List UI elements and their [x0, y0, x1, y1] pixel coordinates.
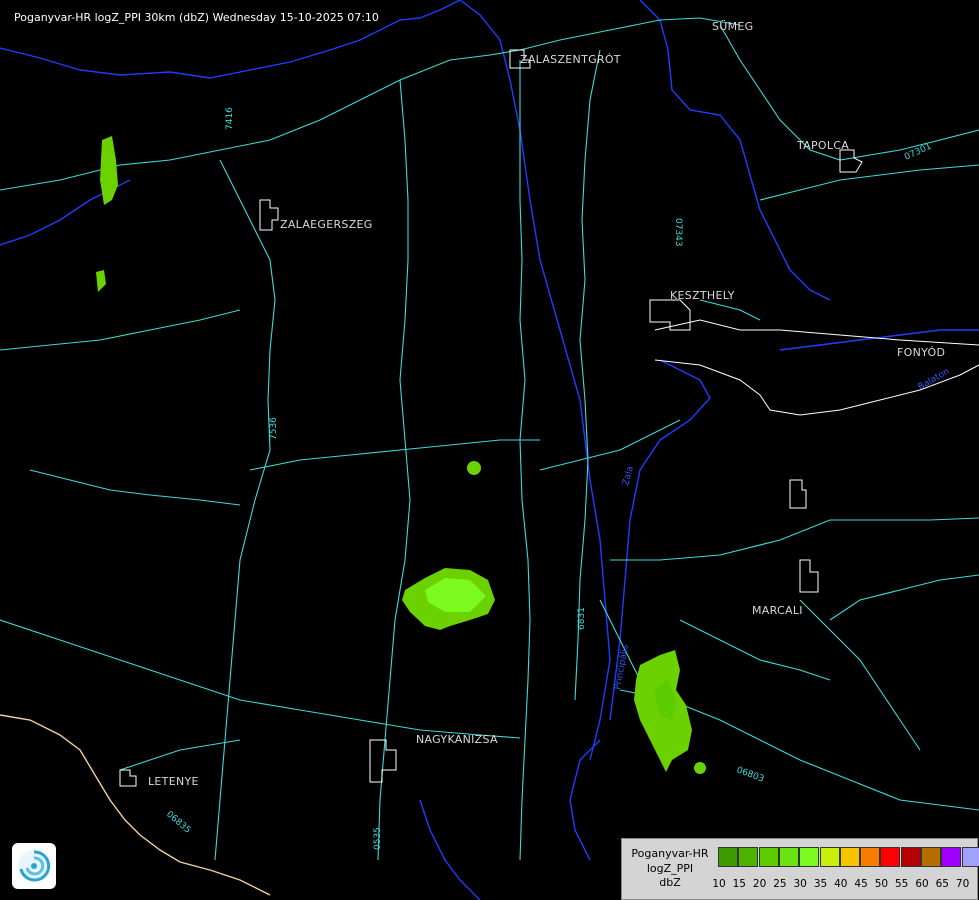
legend-swatch-70 [961, 847, 979, 867]
city-label-nagykanizsa: NAGYKANIZSA [416, 733, 498, 746]
legend-tick-20: 20 [752, 878, 767, 890]
legend-swatch-45 [860, 847, 881, 867]
legend-swatch-20 [758, 847, 779, 867]
legend-product-name: Poganyvar-HR logZ_PPI dbZ [631, 847, 709, 889]
city-label-zalaszentgrot: ZALASZENTGRÓT [520, 53, 621, 66]
legend-tick-30: 30 [793, 878, 807, 890]
settlements [119, 49, 979, 787]
river-label-balaton: Balaton [917, 367, 952, 393]
road-label-06835: 06835 [164, 810, 192, 836]
city-label-zalaegerszeg: ZALAEGERSZEG [280, 218, 373, 231]
legend-swatch-65 [941, 847, 962, 867]
city-label-tapolca: TAPOLCA [797, 139, 850, 152]
legend-tick-40: 40 [834, 878, 848, 890]
road-label-6831: 6831 [577, 607, 587, 630]
dbz-color-legend: Poganyvar-HR logZ_PPI dbZ 10 15 20 25 30 35 40… [621, 838, 979, 900]
road-label-07301: 07301 [903, 142, 933, 163]
legend-tick-35: 35 [813, 878, 828, 890]
legend-swatch-15 [738, 847, 759, 867]
city-label-letenye: LETENYE [148, 775, 199, 788]
legend-tick-45: 45 [854, 878, 868, 890]
legend-tick-60: 60 [915, 878, 929, 890]
met-service-logo [12, 843, 56, 889]
river-label-principalis: Principális [613, 644, 631, 691]
legend-tick-25: 25 [773, 878, 787, 890]
radar-product-title: Poganyvar-HR logZ_PPI 30km (dbZ) Wednesd… [14, 11, 379, 24]
swirl-icon [18, 850, 51, 882]
rivers [0, 0, 979, 900]
legend-tick-70: 70 [955, 878, 970, 890]
legend-tick-10: 10 [712, 878, 726, 890]
legend-swatch-10 [718, 847, 738, 867]
legend-swatch-40 [839, 847, 860, 867]
road-label-06803: 06803 [735, 765, 765, 784]
radar-map: 7416 07343 07301 7536 6831 06803 0535 06… [0, 0, 979, 900]
city-label-fonyod: FONYÓD [897, 346, 946, 359]
legend-tick-50: 50 [874, 878, 889, 890]
road-label-7416: 7416 [225, 107, 235, 130]
river-label-zala: Zala [621, 465, 636, 487]
legend-tick-65: 65 [935, 878, 949, 890]
legend-tick-15: 15 [732, 878, 746, 890]
legend-swatch-35 [819, 847, 840, 867]
legend-swatch-60 [921, 847, 941, 867]
road-label-0535: 0535 [373, 827, 383, 850]
road-label-7536: 7536 [269, 417, 279, 440]
city-label-sumeg: SÜMEG [712, 20, 754, 33]
legend-swatch-25 [778, 847, 799, 867]
legend-swatch-50 [880, 847, 901, 867]
road-label-07343: 07343 [673, 218, 683, 247]
city-label-keszthely: KESZTHELY [670, 289, 735, 302]
legend-tick-55: 55 [895, 878, 909, 890]
legend-swatch-55 [900, 847, 921, 867]
city-label-marcali: MARCALI [752, 604, 803, 617]
legend-swatch-30 [799, 847, 820, 867]
